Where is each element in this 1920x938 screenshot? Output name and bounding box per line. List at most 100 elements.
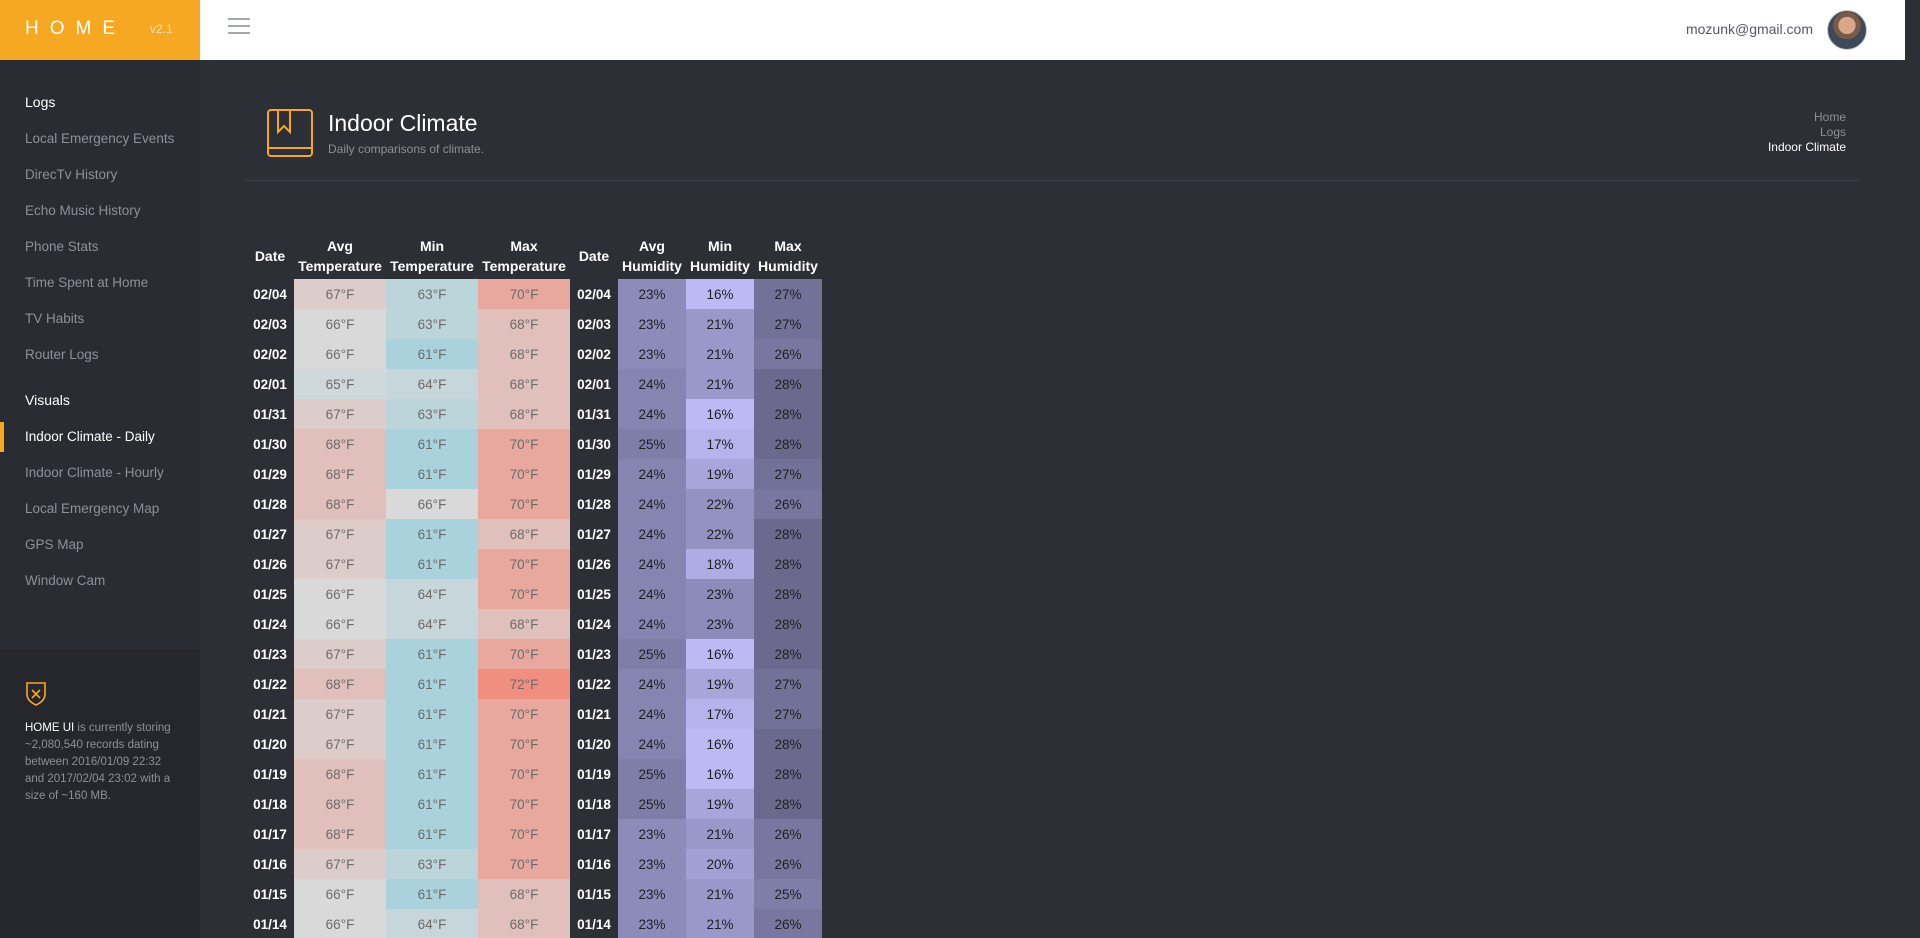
- min-temperature-cell: 61°F: [386, 759, 478, 789]
- min-temperature-cell: 61°F: [386, 789, 478, 819]
- sidebar-item-indoor-climate-daily[interactable]: Indoor Climate - Daily: [0, 422, 200, 452]
- date-cell: 01/22: [577, 676, 611, 692]
- sidebar-item-indoor-climate-hourly[interactable]: Indoor Climate - Hourly: [0, 458, 200, 488]
- avg-humidity-cell: 24%: [618, 669, 686, 699]
- min-humidity-cell: 21%: [686, 309, 754, 339]
- min-temperature-cell: 61°F: [386, 699, 478, 729]
- max-temperature-cell: 68°F: [478, 609, 570, 639]
- avg-temperature-cell: 67°F: [294, 549, 386, 579]
- date-cell: 01/29: [253, 466, 287, 482]
- min-humidity-cell: 21%: [686, 819, 754, 849]
- min-temperature-cell: 64°F: [386, 909, 478, 938]
- min-humidity-cell: 16%: [686, 279, 754, 309]
- date-cell: 01/30: [253, 436, 287, 452]
- max-humidity-cell: 27%: [754, 279, 822, 309]
- min-temperature-cell: 66°F: [386, 489, 478, 519]
- max-humidity-cell: 27%: [754, 699, 822, 729]
- max-humidity-cell: 28%: [754, 639, 822, 669]
- avg-temperature-cell: 68°F: [294, 489, 386, 519]
- min-temperature-cell: 61°F: [386, 549, 478, 579]
- sidebar-item-local-emergency-events[interactable]: Local Emergency Events: [0, 124, 200, 154]
- max-humidity-cell: 28%: [754, 369, 822, 399]
- date-cell: 01/14: [577, 916, 611, 932]
- shield-icon: [26, 682, 46, 706]
- min-temperature-cell: 64°F: [386, 579, 478, 609]
- table-row: 02/03 66°F 63°F 68°F 02/03 23% 21% 27%: [246, 309, 822, 339]
- date-cell: 01/16: [577, 856, 611, 872]
- top-bar: HOME v2.1 mozunk@gmail.com: [0, 0, 1905, 60]
- sidebar-item-router-logs[interactable]: Router Logs: [0, 340, 200, 370]
- user-email[interactable]: mozunk@gmail.com: [1686, 21, 1813, 37]
- avg-temperature-cell: 66°F: [294, 309, 386, 339]
- avg-temperature-cell: 68°F: [294, 819, 386, 849]
- min-humidity-cell: 16%: [686, 639, 754, 669]
- date-cell: 01/27: [577, 526, 611, 542]
- date-cell: 01/23: [253, 646, 287, 662]
- min-humidity-cell: 22%: [686, 489, 754, 519]
- min-humidity-cell: 21%: [686, 339, 754, 369]
- max-temperature-cell: 72°F: [478, 669, 570, 699]
- min-temperature-cell: 61°F: [386, 819, 478, 849]
- avg-humidity-cell: 24%: [618, 609, 686, 639]
- breadcrumb-home[interactable]: Home: [1768, 110, 1846, 125]
- min-humidity-cell: 22%: [686, 519, 754, 549]
- sidebar-item-time-spent-at-home[interactable]: Time Spent at Home: [0, 268, 200, 298]
- min-humidity-cell: 20%: [686, 849, 754, 879]
- date-cell: 01/25: [577, 586, 611, 602]
- sidebar-item-local-emergency-map[interactable]: Local Emergency Map: [0, 494, 200, 524]
- table-row: 02/04 67°F 63°F 70°F 02/04 23% 16% 27%: [246, 279, 822, 309]
- table-row: 01/16 67°F 63°F 70°F 01/16 23% 20% 26%: [246, 849, 822, 879]
- date-cell: 01/15: [253, 886, 287, 902]
- date-cell: 01/21: [253, 706, 287, 722]
- min-temperature-cell: 64°F: [386, 609, 478, 639]
- avg-humidity-cell: 25%: [618, 639, 686, 669]
- hamburger-menu-icon[interactable]: [228, 18, 250, 36]
- min-humidity-cell: 17%: [686, 699, 754, 729]
- sidebar-item-window-cam[interactable]: Window Cam: [0, 566, 200, 596]
- min-temperature-cell: 61°F: [386, 669, 478, 699]
- sidebar-item-gps-map[interactable]: GPS Map: [0, 530, 200, 560]
- column-header: Date: [254, 248, 286, 264]
- min-humidity-cell: 16%: [686, 759, 754, 789]
- min-temperature-cell: 63°F: [386, 399, 478, 429]
- date-cell: 01/28: [253, 496, 287, 512]
- date-cell: 02/02: [577, 346, 611, 362]
- date-cell: 01/26: [577, 556, 611, 572]
- climate-table: Date Avg Temperature Min Temperature Max Tempe…: [246, 233, 822, 938]
- storage-info-body: is currently storing ~2,080,540 records …: [25, 722, 171, 802]
- min-humidity-cell: 17%: [686, 429, 754, 459]
- min-temperature-cell: 64°F: [386, 369, 478, 399]
- table-row: 01/24 66°F 64°F 68°F 01/24 24% 23% 28%: [246, 609, 822, 639]
- max-temperature-cell: 70°F: [478, 279, 570, 309]
- avg-temperature-cell: 68°F: [294, 459, 386, 489]
- avg-temperature-cell: 68°F: [294, 789, 386, 819]
- avatar[interactable]: [1827, 10, 1867, 50]
- avg-humidity-cell: 24%: [618, 459, 686, 489]
- max-humidity-cell: 28%: [754, 609, 822, 639]
- min-temperature-cell: 61°F: [386, 519, 478, 549]
- min-humidity-cell: 19%: [686, 789, 754, 819]
- avg-temperature-cell: 66°F: [294, 879, 386, 909]
- brand-version: v2.1: [150, 22, 173, 36]
- date-cell: 01/20: [253, 736, 287, 752]
- brand-logo[interactable]: HOME v2.1: [0, 0, 200, 60]
- sidebar-item-tv-habits[interactable]: TV Habits: [0, 304, 200, 334]
- sidebar-item-echo-music-history[interactable]: Echo Music History: [0, 196, 200, 226]
- page-title: Indoor Climate: [328, 110, 478, 136]
- column-header: Max Temperature: [482, 238, 566, 274]
- avg-humidity-cell: 23%: [618, 339, 686, 369]
- sidebar-item-phone-stats[interactable]: Phone Stats: [0, 232, 200, 262]
- sidebar-item-directv-history[interactable]: DirecTv History: [0, 160, 200, 190]
- min-humidity-cell: 19%: [686, 669, 754, 699]
- column-header: Min Humidity: [690, 238, 750, 274]
- header-divider: [244, 180, 1860, 181]
- date-cell: 01/23: [577, 646, 611, 662]
- avg-humidity-cell: 25%: [618, 759, 686, 789]
- avg-temperature-cell: 66°F: [294, 609, 386, 639]
- avg-humidity-cell: 24%: [618, 489, 686, 519]
- table-row: 01/25 66°F 64°F 70°F 01/25 24% 23% 28%: [246, 579, 822, 609]
- date-cell: 01/18: [253, 796, 287, 812]
- max-humidity-cell: 26%: [754, 849, 822, 879]
- breadcrumb-logs[interactable]: Logs: [1768, 125, 1846, 140]
- max-humidity-cell: 28%: [754, 729, 822, 759]
